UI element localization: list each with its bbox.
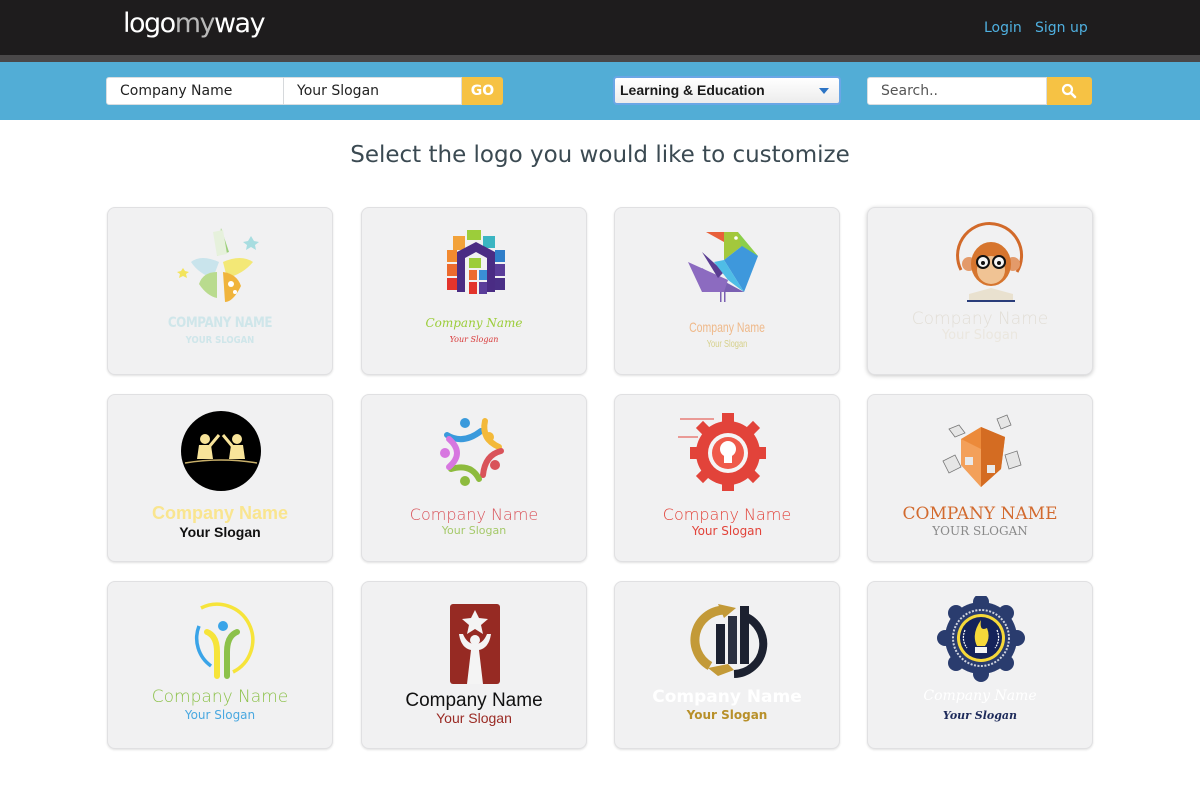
logo-company-name: Company Name xyxy=(689,319,765,335)
chevron-down-icon xyxy=(819,88,829,94)
logo-company-name: Company Name xyxy=(409,505,539,524)
logo-card[interactable]: Company Name Your Slogan xyxy=(867,207,1093,375)
logo-card[interactable]: Company Name Your Slogan xyxy=(614,581,840,749)
logo-slogan: Your Slogan xyxy=(941,328,1019,343)
high-five-kids-icon xyxy=(181,411,261,491)
orange-cubes-icon xyxy=(942,414,1022,487)
logo-slogan: Your Slogan xyxy=(184,708,256,722)
logo-card[interactable]: Company Name Your Slogan xyxy=(361,394,587,562)
logo-slogan: Your Slogan xyxy=(686,708,768,722)
logo-card[interactable]: Company Name Your Slogan xyxy=(867,581,1093,749)
logo-card[interactable]: Company Name Your Slogan xyxy=(361,207,587,375)
logo-card[interactable]: COMPANY NAME YOUR SLOGAN xyxy=(107,207,333,375)
logo-slogan: YOUR SLOGAN xyxy=(185,335,255,346)
logo-card[interactable]: Company Name Your Slogan xyxy=(614,207,840,375)
category-selected-value: Learning & Education xyxy=(620,82,765,98)
torch-badge-icon xyxy=(937,596,1025,682)
logo-slogan: Your Slogan xyxy=(436,710,512,726)
brand-text-my: my xyxy=(174,8,216,39)
rainbow-cube-icon xyxy=(447,230,505,294)
logo-company-name: Company Name xyxy=(151,687,289,707)
search-button[interactable] xyxy=(1047,77,1092,105)
logo-card[interactable]: Company Name Your Slogan xyxy=(107,581,333,749)
star-rocket-icon xyxy=(177,228,259,302)
growth-chart-handshake-icon xyxy=(690,604,768,678)
logo-card[interactable]: Company Name Your Slogan xyxy=(361,581,587,749)
category-select[interactable]: Learning & Education xyxy=(613,76,841,105)
go-button[interactable]: GO xyxy=(462,77,503,105)
logo-company-name: Company Name xyxy=(405,690,543,711)
header-divider xyxy=(0,55,1200,62)
page-title: Select the logo you would like to custom… xyxy=(350,142,850,168)
logo-company-name: Company Name xyxy=(425,316,523,330)
login-link[interactable]: Login xyxy=(984,20,1022,36)
logo-slogan: Your Slogan xyxy=(441,524,507,537)
logo-company-name: Company Name xyxy=(923,688,1037,704)
top-navbar: logomyway Login Sign up xyxy=(0,0,1200,55)
signup-link[interactable]: Sign up xyxy=(1035,20,1088,36)
search-icon xyxy=(1061,83,1077,99)
star-trophy-person-icon xyxy=(450,604,500,684)
logo-slogan: Your Slogan xyxy=(179,524,261,540)
logo-company-name: Company Name xyxy=(662,505,792,524)
logo-slogan: YOUR SLOGAN xyxy=(932,524,1028,538)
brand-text-way: way xyxy=(213,8,266,39)
brand-text-logo: logo xyxy=(123,8,176,39)
company-name-input[interactable] xyxy=(106,77,284,105)
people-star-icon xyxy=(440,418,504,486)
logo-card[interactable]: COMPANY NAME YOUR SLOGAN xyxy=(867,394,1093,562)
logo-card[interactable]: Company Name Your Slogan xyxy=(107,394,333,562)
logo-slogan: Your Slogan xyxy=(691,524,763,538)
logo-card[interactable]: Company Name Your Slogan xyxy=(614,394,840,562)
logo-company-name: COMPANY NAME xyxy=(902,504,1058,524)
logo-company-name: Company Name xyxy=(652,687,802,707)
slogan-input[interactable] xyxy=(283,77,462,105)
brand-logo[interactable]: logomyway xyxy=(123,8,266,39)
monkey-reading-icon xyxy=(956,222,1024,302)
origami-bird-icon xyxy=(688,232,758,302)
logo-slogan: Your Slogan xyxy=(706,339,748,350)
logo-company-name: Company Name xyxy=(151,503,289,523)
logo-company-name: COMPANY NAME xyxy=(167,315,273,331)
person-circle-icon xyxy=(194,602,255,679)
logo-slogan: Your Slogan xyxy=(942,709,1018,722)
logo-company-name: Company Name xyxy=(911,309,1049,329)
search-input[interactable] xyxy=(867,77,1047,105)
logo-slogan: Your Slogan xyxy=(449,335,499,344)
gear-bulb-icon xyxy=(678,413,766,491)
